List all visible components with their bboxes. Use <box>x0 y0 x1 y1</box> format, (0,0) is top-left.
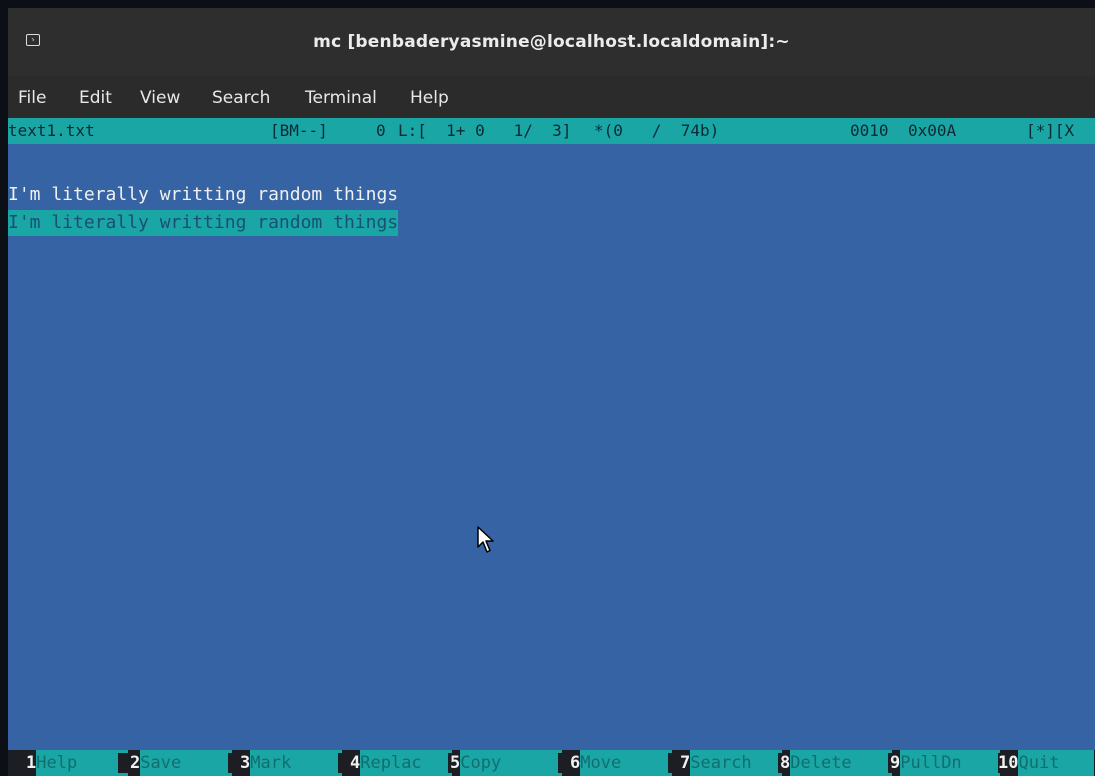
fkey-4-replace[interactable]: 4Replac <box>338 750 453 776</box>
status-filename: text1.txt <box>8 121 95 140</box>
fkey-1-help[interactable]: 1Help <box>8 750 129 776</box>
status-char-code: 0010 <box>850 121 889 140</box>
menu-file[interactable]: File <box>18 88 46 108</box>
fkey-number: 8 <box>778 753 791 773</box>
fkey-label: PullDn <box>900 750 1001 776</box>
terminal-window: mc [benbaderyasmine@localhost.localdomai… <box>8 8 1095 776</box>
fkey-label: Search <box>690 750 783 776</box>
title-bar: mc [benbaderyasmine@localhost.localdomai… <box>8 8 1095 76</box>
fkey-number: 5 <box>448 753 461 773</box>
status-tail: [*][X <box>1026 121 1075 140</box>
fkey-label: Move <box>580 750 673 776</box>
menu-view[interactable]: View <box>140 88 180 108</box>
fkey-number: 3 <box>228 753 251 773</box>
fkey-label: Copy <box>460 750 563 776</box>
text-line-3-current[interactable]: I'm literally writting random things <box>8 210 399 236</box>
function-key-bar: 1Help 2Save 3Mark 4Replac 5Copy 6Move 7S… <box>8 750 1095 776</box>
status-line-info: L:[ 1+ 0 1/ 3] <box>398 121 572 140</box>
fkey-number: 6 <box>558 753 581 773</box>
fkey-label: Replac <box>360 750 453 776</box>
status-flags: [BM--] <box>270 121 328 140</box>
menu-help[interactable]: Help <box>410 88 449 108</box>
status-hex: 0x00A <box>908 121 957 140</box>
fkey-number: 10 <box>998 753 1019 773</box>
fkey-number: 4 <box>338 753 361 773</box>
menu-edit[interactable]: Edit <box>79 88 112 108</box>
fkey-label: Delete <box>790 750 893 776</box>
fkey-10-quit[interactable]: 10Quit <box>998 750 1095 776</box>
fkey-9-pulldown[interactable]: 9PullDn <box>888 750 1001 776</box>
menu-bar: File Edit View Search Terminal Help <box>8 76 1095 118</box>
mouse-pointer-icon <box>477 526 494 553</box>
editor-text-area[interactable]: I'm literally writting random things I'm… <box>8 144 1095 748</box>
fkey-label: Mark <box>250 750 343 776</box>
fkey-number: 9 <box>888 753 901 773</box>
status-column: 0 <box>376 121 386 140</box>
window-title: mc [benbaderyasmine@localhost.localdomai… <box>313 32 790 52</box>
fkey-5-copy[interactable]: 5Copy <box>448 750 563 776</box>
fkey-3-mark[interactable]: 3Mark <box>228 750 343 776</box>
fkey-6-move[interactable]: 6Move <box>558 750 673 776</box>
fkey-2-save[interactable]: 2Save <box>118 750 233 776</box>
menu-terminal[interactable]: Terminal <box>305 88 377 108</box>
editor-status-line: text1.txt [BM--] 0 L:[ 1+ 0 1/ 3] *(0 / … <box>8 118 1095 144</box>
fkey-7-search[interactable]: 7Search <box>668 750 783 776</box>
fkey-label: Help <box>36 750 129 776</box>
status-offset-info: *(0 / 74b) <box>594 121 720 140</box>
fkey-label: Quit <box>1018 750 1095 776</box>
fkey-number: 7 <box>668 753 691 773</box>
fkey-number: 1 <box>8 753 37 773</box>
fkey-8-delete[interactable]: 8Delete <box>778 750 893 776</box>
fkey-label: Save <box>140 750 233 776</box>
text-line-2[interactable]: I'm literally writting random things <box>8 182 398 208</box>
menu-search[interactable]: Search <box>212 88 270 108</box>
fkey-number: 2 <box>118 753 141 773</box>
